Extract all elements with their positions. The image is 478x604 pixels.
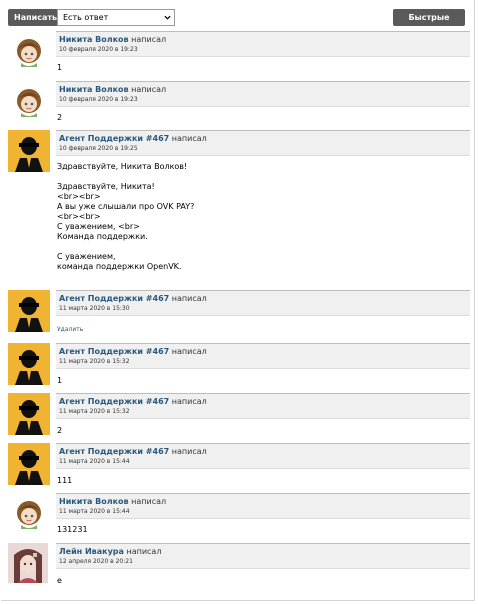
post-body: 1 [57, 376, 63, 385]
status-select[interactable]: Есть ответ [57, 9, 175, 26]
post-header: Агент Поддержки #467 написал 11 марта 20… [56, 343, 470, 369]
avatar[interactable] [8, 393, 50, 435]
write-button[interactable]: Написать [8, 9, 58, 26]
post-header: Агент Поддержки #467 написал 11 марта 20… [56, 393, 470, 419]
post-date: 11 марта 2020 в 15:44 [59, 508, 130, 515]
wrote-label: написал [126, 547, 162, 556]
agent-avatar-icon [8, 393, 50, 435]
wrote-label: написал [171, 347, 207, 356]
avatar[interactable] [8, 443, 50, 485]
post-header: Никита Волков написал 10 февраля 2020 в … [56, 81, 470, 107]
lain-avatar-icon [8, 543, 48, 583]
post-body: 2 [57, 113, 63, 122]
wrote-label: написал [171, 294, 207, 303]
post-date: 12 апреля 2020 в 20:21 [59, 558, 133, 565]
author-link[interactable]: Никита Волков [59, 497, 129, 506]
post-body: 131231 [57, 525, 88, 534]
post-header: Никита Волков написал 10 февраля 2020 в … [56, 31, 470, 57]
post-header: Никита Волков написал 11 марта 2020 в 15… [56, 493, 470, 519]
post-item: Агент Поддержки #467 написал 11 марта 20… [8, 443, 470, 491]
post-item: Никита Волков написал 10 февраля 2020 в … [8, 31, 470, 79]
status-select-value: Есть ответ [63, 13, 109, 22]
author-link[interactable]: Агент Поддержки #467 [59, 397, 169, 406]
avatar[interactable] [8, 343, 50, 385]
avatar[interactable] [8, 31, 50, 73]
wrote-label: написал [171, 447, 207, 456]
post-item: Лейн Ивакура написал 12 апреля 2020 в 20… [8, 543, 470, 591]
quick-replies-button[interactable]: Быстрые ответы [393, 9, 465, 39]
wrote-label: написал [131, 35, 167, 44]
avatar[interactable] [8, 493, 50, 535]
toolbar: Написать Есть ответ Быстрые ответы [8, 9, 467, 39]
girl-avatar-icon [8, 493, 50, 535]
wrote-label: написал [131, 85, 167, 94]
wrote-label: написал [171, 397, 207, 406]
post-body: Здравствуйте, Никита Волков! Здравствуйт… [57, 162, 195, 271]
girl-avatar-icon [8, 31, 50, 73]
girl-avatar-icon [8, 81, 50, 123]
post-item: Агент Поддержки #467 написал 11 марта 20… [8, 393, 470, 441]
post-body: 1 [57, 63, 63, 72]
author-link[interactable]: Никита Волков [59, 35, 129, 44]
post-date: 10 февраля 2020 в 19:25 [59, 145, 138, 152]
author-link[interactable]: Агент Поддержки #467 [59, 347, 169, 356]
post-date: 10 февраля 2020 в 19:23 [59, 46, 138, 53]
post-date: 11 марта 2020 в 15:32 [59, 408, 130, 415]
post-body: е [57, 576, 62, 585]
post-date: 11 марта 2020 в 15:32 [59, 358, 130, 365]
post-date: 10 февраля 2020 в 19:23 [59, 96, 138, 103]
post-header: Агент Поддержки #467 написал 11 марта 20… [56, 443, 470, 469]
delete-link[interactable]: Удалить [57, 326, 83, 333]
post-body: 2 [57, 426, 63, 435]
chevron-down-icon [164, 15, 171, 20]
agent-avatar-icon [8, 130, 50, 172]
post-body: 111 [57, 476, 73, 485]
post-date: 11 марта 2020 в 15:44 [59, 458, 130, 465]
agent-avatar-icon [8, 443, 50, 485]
avatar[interactable] [8, 543, 48, 583]
agent-avatar-icon [8, 290, 50, 332]
author-link[interactable]: Никита Волков [59, 85, 129, 94]
author-link[interactable]: Агент Поддержки #467 [59, 134, 169, 143]
avatar[interactable] [8, 290, 50, 332]
post-item: Агент Поддержки #467 написал 11 марта 20… [8, 290, 470, 338]
post-header: Агент Поддержки #467 написал 10 февраля … [56, 130, 470, 156]
ticket-thread: Написать Есть ответ Быстрые ответы [1, 0, 475, 601]
author-link[interactable]: Агент Поддержки #467 [59, 294, 169, 303]
post-header: Агент Поддержки #467 написал 11 марта 20… [56, 290, 470, 316]
post-item: Агент Поддержки #467 написал 10 февраля … [8, 130, 470, 285]
wrote-label: написал [131, 497, 167, 506]
post-item: Никита Волков написал 10 февраля 2020 в … [8, 81, 470, 129]
post-header: Лейн Ивакура написал 12 апреля 2020 в 20… [56, 543, 470, 569]
avatar[interactable] [8, 130, 50, 172]
post-item: Никита Волков написал 11 марта 2020 в 15… [8, 493, 470, 541]
agent-avatar-icon [8, 343, 50, 385]
post-item: Агент Поддержки #467 написал 11 марта 20… [8, 343, 470, 391]
author-link[interactable]: Лейн Ивакура [59, 547, 124, 556]
avatar[interactable] [8, 81, 50, 123]
author-link[interactable]: Агент Поддержки #467 [59, 447, 169, 456]
post-date: 11 марта 2020 в 15:30 [59, 305, 130, 312]
wrote-label: написал [171, 134, 207, 143]
